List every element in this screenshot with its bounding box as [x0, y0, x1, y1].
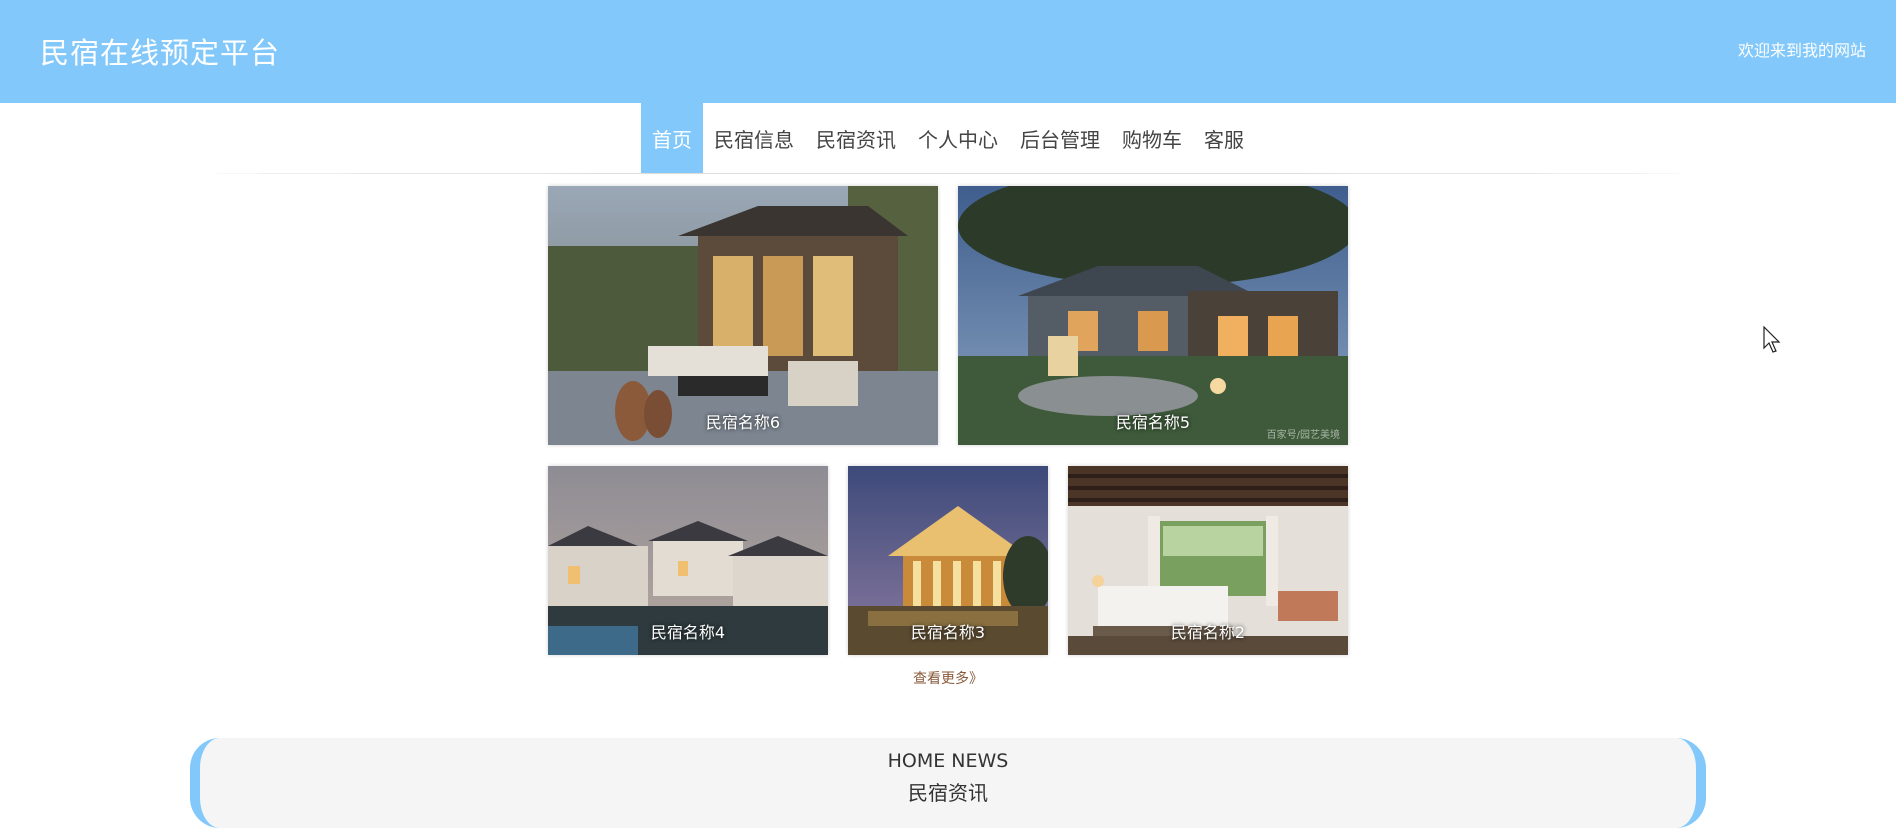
photo-watermark: 百家号/园艺美境	[1266, 430, 1340, 441]
nav-item-home[interactable]: 首页	[641, 103, 703, 174]
nav-divider	[208, 173, 1688, 174]
homestay-card-5[interactable]: 民宿名称5 百家号/园艺美境	[958, 186, 1348, 445]
homestay-card-6[interactable]: 民宿名称6	[548, 186, 938, 445]
homestay-card-2[interactable]: 民宿名称2	[1068, 466, 1348, 655]
nav-item-homestay-info[interactable]: 民宿信息	[703, 103, 805, 174]
main-nav: 首页 民宿信息 民宿资讯 个人中心 后台管理 购物车 客服	[0, 103, 1896, 174]
site-title: 民宿在线预定平台	[40, 36, 281, 70]
nav-item-homestay-news[interactable]: 民宿资讯	[805, 103, 907, 174]
top-header-bar: 民宿在线预定平台 欢迎来到我的网站	[0, 0, 1896, 103]
welcome-text: 欢迎来到我的网站	[1737, 41, 1866, 60]
homestay-photo-5	[958, 186, 1348, 445]
news-title-cn: 民宿资讯	[908, 781, 988, 805]
homestay-name-6: 民宿名称6	[705, 413, 781, 432]
homestay-card-3[interactable]: 民宿名称3	[848, 466, 1048, 655]
nav-item-admin[interactable]: 后台管理	[1009, 103, 1111, 174]
nav-item-personal-center[interactable]: 个人中心	[907, 103, 1009, 174]
nav-item-cart[interactable]: 购物车	[1111, 103, 1193, 174]
homestay-name-2: 民宿名称2	[1170, 623, 1246, 642]
homestay-card-4[interactable]: 民宿名称4	[548, 466, 828, 655]
homestay-name-4: 民宿名称4	[650, 623, 726, 642]
news-title-en: HOME NEWS	[887, 750, 1009, 772]
view-more-link[interactable]: 查看更多》	[0, 668, 1896, 688]
mouse-cursor-icon	[1763, 325, 1783, 358]
homestay-name-3: 民宿名称3	[910, 623, 986, 642]
homestay-photo-6	[548, 186, 938, 445]
nav-item-customer-service[interactable]: 客服	[1193, 103, 1255, 174]
